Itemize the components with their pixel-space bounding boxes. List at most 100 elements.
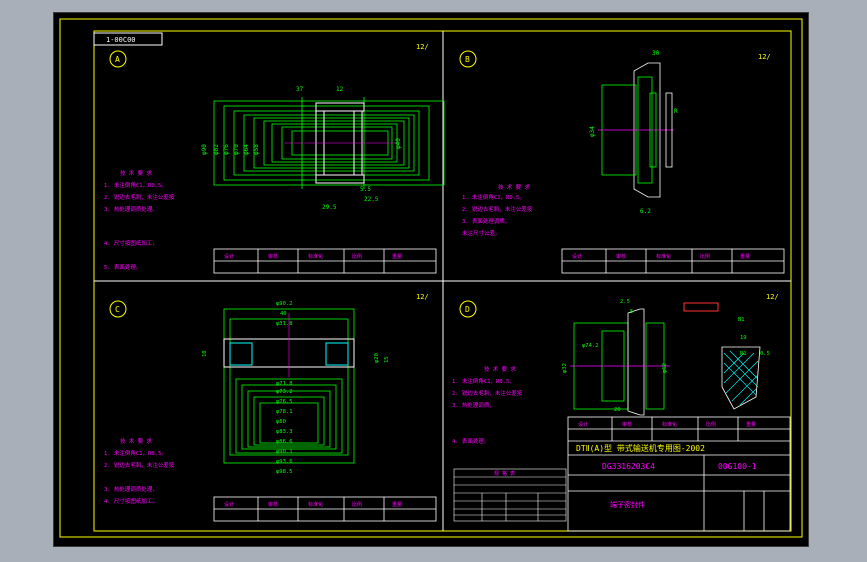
title-block [567, 416, 791, 532]
roughness-mark-b: 12/ [758, 53, 771, 61]
view-d-geometry [570, 308, 670, 416]
table-b [561, 248, 785, 274]
roughness-mark-d: 12/ [766, 293, 779, 301]
svg-text:技 术 要 求: 技 术 要 求 [498, 183, 530, 191]
svg-text:设计: 设计 [572, 253, 582, 260]
title-project: DTⅡ(A)型 带式输送机专用图-2002 [576, 443, 705, 453]
svg-text:0.5: 0.5 [760, 351, 770, 357]
svg-text:φ78.1: φ78.1 [276, 409, 293, 415]
svg-text:5: 5 [630, 309, 633, 315]
svg-text:2. 锐边去毛刺，未注公差按: 2. 锐边去毛刺，未注公差按 [104, 193, 175, 201]
roughness-mark-c: 12/ [416, 293, 429, 301]
svg-text:φ76.5: φ76.5 [276, 399, 293, 405]
svg-text:D: D [465, 305, 470, 314]
svg-text:1. 未注倒角C1，R0.5。: 1. 未注倒角C1，R0.5。 [104, 181, 167, 189]
svg-text:3. 热处理调质处理。: 3. 热处理调质处理。 [104, 205, 158, 213]
svg-text:3. 热处理调质，: 3. 热处理调质， [452, 401, 495, 409]
svg-text:1. 未注倒角C1，R0.5。: 1. 未注倒角C1，R0.5。 [104, 449, 167, 457]
svg-text:φ64: φ64 [243, 144, 250, 155]
svg-text:37: 37 [296, 86, 304, 93]
title-drawing-no: 00G100-1 [718, 462, 757, 471]
svg-text:φ32: φ32 [562, 363, 568, 373]
svg-text:标准化: 标准化 [308, 501, 323, 508]
svg-text:A: A [115, 55, 120, 64]
svg-text:重量: 重量 [392, 501, 402, 508]
svg-text:6.2: 6.2 [640, 208, 651, 215]
title-block-labels: 设计 审核 标准化 比例 重量 [578, 421, 756, 428]
svg-text:4. 尺寸按图纸加工。: 4. 尺寸按图纸加工。 [104, 497, 158, 505]
svg-text:技 术 要 求: 技 术 要 求 [120, 437, 152, 445]
svg-text:重量: 重量 [746, 421, 756, 428]
svg-text:φ82: φ82 [213, 144, 220, 155]
svg-text:R1: R1 [740, 351, 747, 357]
svg-text:φ90: φ90 [201, 144, 208, 155]
svg-text:设计: 设计 [578, 421, 588, 428]
svg-text:φ58: φ58 [253, 144, 260, 155]
svg-text:比例: 比例 [700, 253, 710, 260]
svg-text:技 术 要 求: 技 术 要 求 [484, 365, 516, 373]
svg-text:φ90.2: φ90.2 [276, 301, 293, 307]
table-c-labels: 设计 审核 标准化 比例 重量 [224, 501, 402, 508]
svg-text:φ80: φ80 [276, 419, 286, 425]
svg-text:φ74.2: φ74.2 [582, 343, 599, 349]
svg-text:φ98.5: φ98.5 [276, 469, 293, 475]
svg-text:5. 表面处理。: 5. 表面处理。 [104, 263, 141, 271]
svg-text:15: 15 [384, 356, 390, 363]
svg-text:φ76: φ76 [223, 144, 230, 155]
view-label-d: D [459, 300, 477, 318]
svg-text:重量: 重量 [392, 253, 402, 260]
svg-text:3. 表面处理调质。: 3. 表面处理调质。 [462, 217, 510, 225]
view-a-dims: φ90 φ82 φ76 φ70 φ64 φ58 37 12 5.5 22.5 2… [201, 86, 402, 211]
view-label-c: C [109, 300, 127, 318]
svg-text:比例: 比例 [352, 253, 362, 260]
svg-text:29.5: 29.5 [322, 204, 337, 211]
svg-text:φ86.6: φ86.6 [276, 439, 293, 445]
svg-text:22.5: 22.5 [364, 196, 379, 203]
svg-text:未注尺寸公差。: 未注尺寸公差。 [462, 229, 501, 237]
svg-text:3. 热处理调质处理，: 3. 热处理调质处理， [104, 485, 158, 493]
svg-text:φ93.6: φ93.6 [276, 459, 293, 465]
drawing-sheet: 1-00C00 A B C D 12/ 12/ 12/ 12/ φ90 φ82 … [53, 12, 809, 547]
svg-text:比例: 比例 [352, 501, 362, 508]
svg-text:φ62: φ62 [662, 363, 668, 373]
svg-text:技 术 要 求: 技 术 要 求 [120, 169, 152, 177]
roughness-mark-a: 12/ [416, 43, 429, 51]
svg-text:审核: 审核 [268, 253, 278, 260]
svg-text:20: 20 [614, 407, 621, 413]
svg-text:审核: 审核 [616, 253, 626, 260]
svg-text:B1: B1 [738, 317, 745, 323]
svg-text:19: 19 [740, 335, 747, 341]
svg-text:φ71.8: φ71.8 [276, 381, 293, 387]
view-label-a: A [109, 50, 127, 68]
svg-text:2. 锐边去毛刺，未注公差按: 2. 锐边去毛刺，未注公差按 [452, 389, 523, 397]
svg-text:2. 锐边去毛刺，未注公差按: 2. 锐边去毛刺，未注公差按 [104, 461, 175, 469]
svg-text:R: R [674, 108, 678, 115]
svg-text:2. 锐边去毛刺，未注公差按: 2. 锐边去毛刺，未注公差按 [462, 205, 533, 213]
view-b-geometry [598, 62, 674, 198]
svg-text:B: B [465, 55, 470, 64]
svg-text:40: 40 [280, 311, 287, 317]
svg-text:10: 10 [202, 350, 208, 357]
svg-text:1. 未注倒角C1，R0.5。: 1. 未注倒角C1，R0.5。 [462, 193, 525, 201]
svg-text:4. 表面处理。: 4. 表面处理。 [452, 437, 489, 445]
svg-text:重量: 重量 [740, 253, 750, 260]
svg-text:设计: 设计 [224, 501, 234, 508]
svg-text:4. 尺寸按图纸加工，: 4. 尺寸按图纸加工， [104, 239, 158, 247]
svg-text:C: C [115, 305, 120, 314]
notes-c: 技 术 要 求 1. 未注倒角C1，R0.5。 2. 锐边去毛刺，未注公差按 3… [104, 437, 175, 505]
drawing-code: 1-00C00 [106, 36, 136, 44]
svg-text:φ70: φ70 [233, 144, 240, 155]
svg-text:设计: 设计 [224, 253, 234, 260]
svg-text:12: 12 [336, 86, 344, 93]
svg-text:标准化: 标准化 [308, 253, 323, 260]
table-a-labels: 设计 审核 标准化 比例 重量 [224, 253, 402, 260]
svg-text:审核: 审核 [268, 501, 278, 508]
svg-text:标准化: 标准化 [662, 421, 677, 428]
svg-text:标准化: 标准化 [656, 253, 671, 260]
table-a [213, 248, 437, 274]
svg-text:φ40: φ40 [395, 138, 402, 149]
svg-text:5.5: 5.5 [360, 186, 371, 193]
table-b-labels: 设计 审核 标准化 比例 重量 [572, 253, 750, 260]
view-d-callout [683, 302, 719, 312]
view-d-hatch [723, 350, 759, 406]
